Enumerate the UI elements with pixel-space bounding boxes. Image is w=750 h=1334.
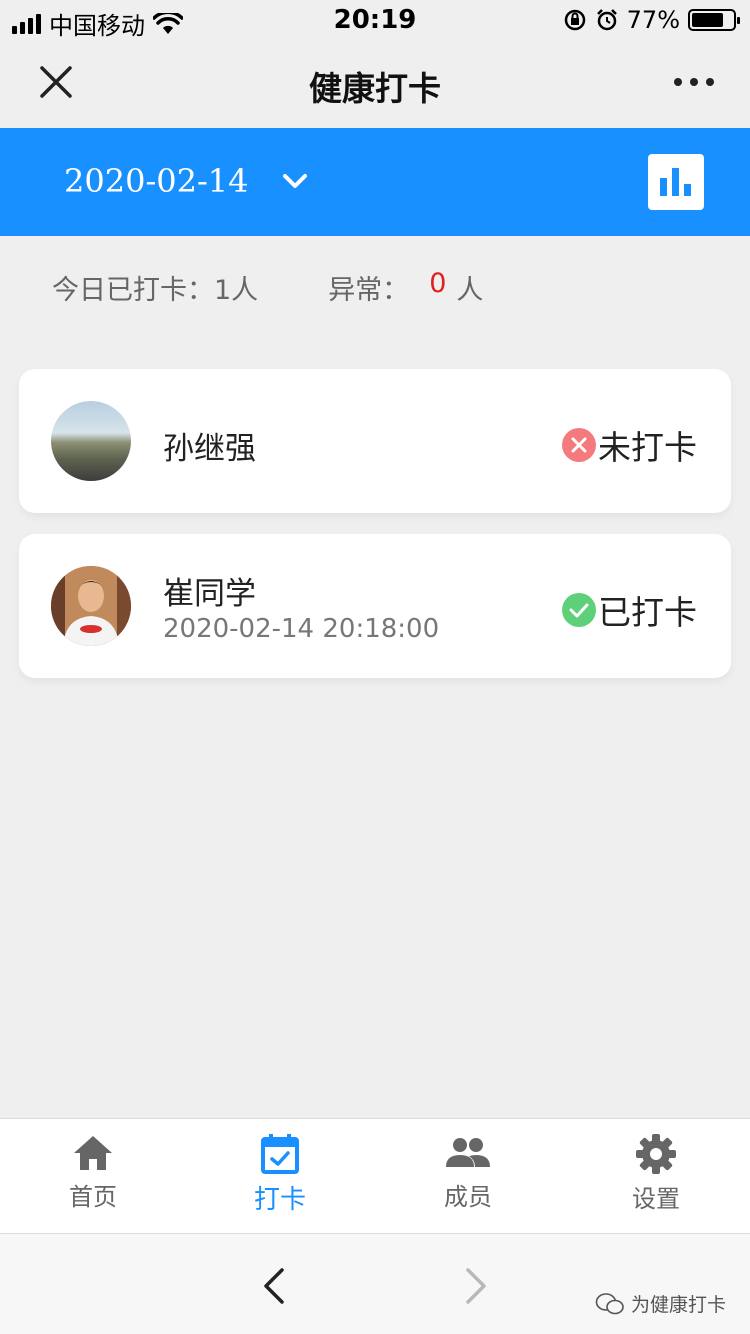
tab-home[interactable]: 首页 [33,1133,153,1212]
rotation-lock-icon [564,9,585,31]
battery-icon [688,9,740,31]
chevron-down-icon[interactable] [282,168,308,194]
alarm-icon [596,9,617,31]
tab-settings[interactable]: 设置 [596,1133,716,1214]
abnormal-count: 0 [429,268,447,299]
watermark: 为健康打卡 [595,1290,726,1317]
gear-icon [636,1134,676,1174]
calendar-check-icon [261,1134,299,1174]
tab-bar: 首页 打卡 成员 设置 [0,1118,750,1234]
member-name: 崔同学 [163,576,256,612]
checkin-time: 2020-02-14 20:18:00 [163,614,440,644]
statistics-button[interactable] [648,154,704,210]
checkin-summary: 今日已打卡：1人 异常： 0 人 [52,268,483,307]
tab-label: 打卡 [253,1185,306,1215]
member-card[interactable]: 崔同学 2020-02-14 20:18:00 已打卡 [19,534,731,678]
bar-chart-icon [660,178,667,196]
status-right: 77% [563,6,740,34]
battery-fill [692,13,723,27]
avatar [51,401,131,481]
back-arrow-icon[interactable] [260,1266,288,1306]
home-icon [74,1136,112,1170]
battery-percent: 77% [626,6,680,34]
nav-bar: 健康打卡 [0,40,750,128]
tab-label: 设置 [632,1185,680,1213]
forward-arrow-icon[interactable] [462,1266,490,1306]
more-icon[interactable] [674,78,714,86]
error-icon [562,428,596,462]
tab-label: 成员 [444,1183,492,1211]
tab-label: 首页 [69,1183,117,1211]
check-icon [562,593,596,627]
status-badge: 未打卡 [562,421,697,469]
status-badge: 已打卡 [562,586,697,634]
people-icon [446,1138,490,1167]
page-title: 健康打卡 [309,69,441,108]
status-text: 未打卡 [598,428,697,467]
status-bar: 中国移动 20:19 77% [0,0,750,40]
member-name: 孙继强 [163,431,256,467]
status-text: 已打卡 [598,593,697,632]
tab-members[interactable]: 成员 [408,1133,528,1212]
tab-checkin[interactable]: 打卡 [220,1133,340,1216]
watermark-text: 为健康打卡 [630,1294,726,1316]
abnormal-unit: 人 [456,275,484,306]
date-header: 2020-02-14 [0,128,750,236]
checked-count: 今日已打卡：1人 [52,275,259,306]
date-selector[interactable]: 2020-02-14 [64,162,249,200]
abnormal-label: 异常： [328,275,410,306]
avatar [51,566,131,646]
wechat-icon [595,1292,624,1314]
member-card[interactable]: 孙继强 未打卡 [19,369,731,513]
browser-toolbar: 为健康打卡 [0,1234,750,1334]
